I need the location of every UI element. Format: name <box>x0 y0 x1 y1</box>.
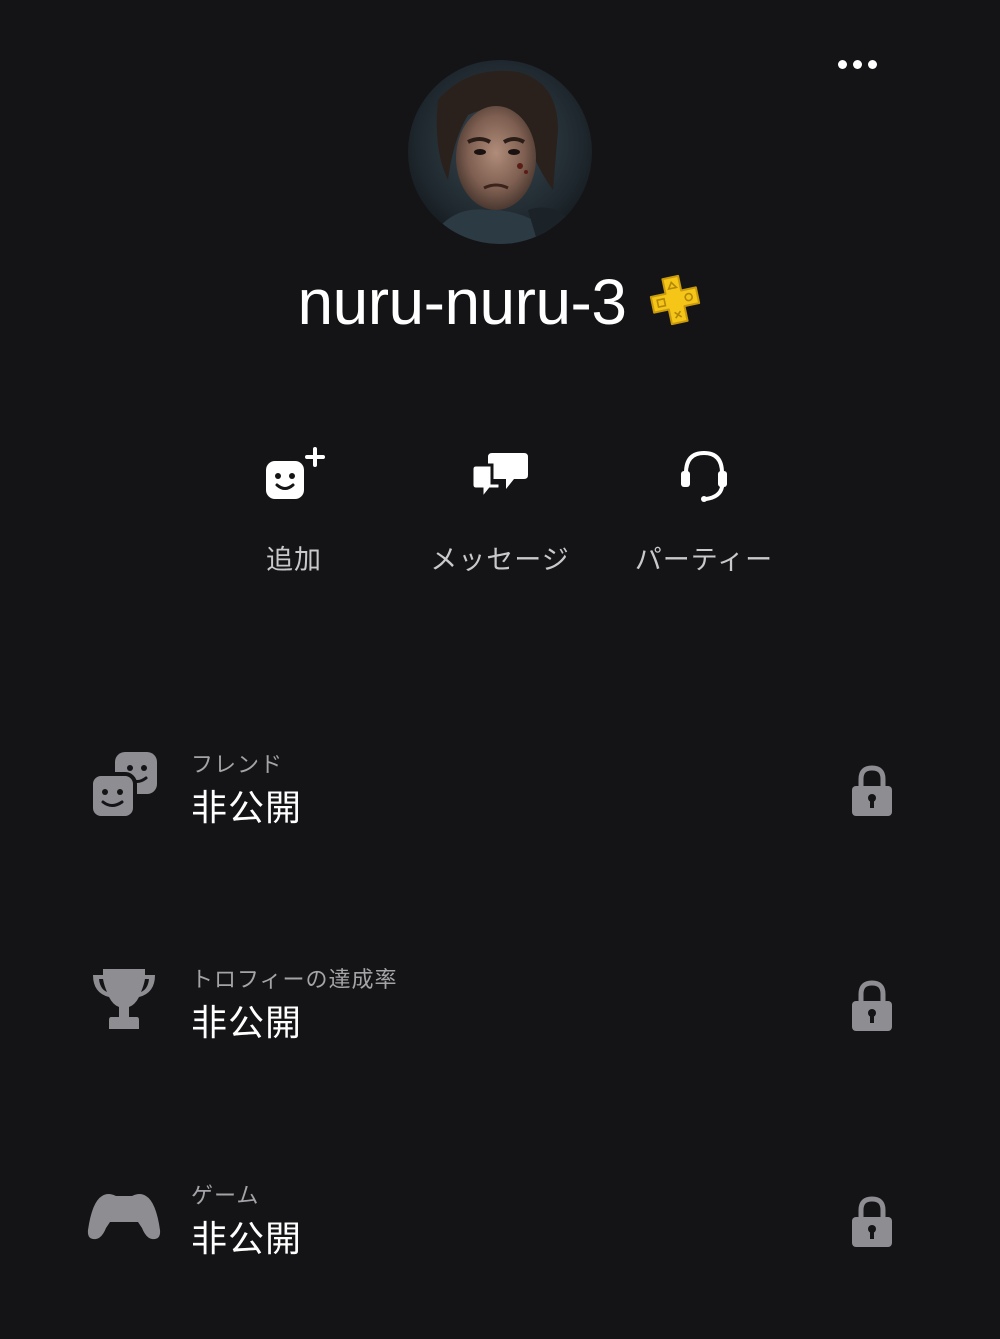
friends-row[interactable]: フレンド 非公開 <box>0 725 1000 845</box>
lock-icon <box>852 765 892 816</box>
message-button[interactable]: メッセージ <box>410 440 590 580</box>
friends-value: 非公開 <box>191 788 303 829</box>
avatar-image <box>408 60 592 244</box>
trophies-row[interactable]: トロフィーの達成率 非公開 <box>0 940 1000 1060</box>
lock-icon <box>852 1196 892 1247</box>
message-label: メッセージ <box>430 545 570 576</box>
more-options-button[interactable] <box>822 42 892 86</box>
ellipsis-icon-dot <box>867 59 877 69</box>
headset-icon <box>681 450 727 502</box>
ellipsis-icon <box>837 59 847 69</box>
add-friend-label: 追加 <box>266 545 322 576</box>
games-caption: ゲーム <box>191 1184 260 1209</box>
trophies-caption: トロフィーの達成率 <box>191 968 398 993</box>
profile-name-row: nuru-nuru-3 <box>0 262 1000 342</box>
avatar[interactable] <box>408 60 592 244</box>
add-friend-icon <box>266 447 325 499</box>
username: nuru-nuru-3 <box>297 266 627 338</box>
friends-icon <box>89 752 157 820</box>
message-icon <box>470 453 528 501</box>
action-bar: 追加 メッセージ パーティー <box>0 440 1000 580</box>
party-label: パーティー <box>634 545 774 576</box>
ellipsis-icon-dot <box>852 59 862 69</box>
trophy-icon <box>93 969 155 1029</box>
games-value: 非公開 <box>191 1219 303 1260</box>
friends-caption: フレンド <box>191 753 284 778</box>
party-button[interactable]: パーティー <box>614 440 794 580</box>
controller-icon <box>87 1194 161 1240</box>
add-friend-button[interactable]: 追加 <box>204 440 384 580</box>
ps-plus-icon <box>650 274 701 326</box>
games-row[interactable]: ゲーム 非公開 <box>0 1156 1000 1276</box>
lock-icon <box>852 980 892 1031</box>
trophies-value: 非公開 <box>191 1003 303 1044</box>
